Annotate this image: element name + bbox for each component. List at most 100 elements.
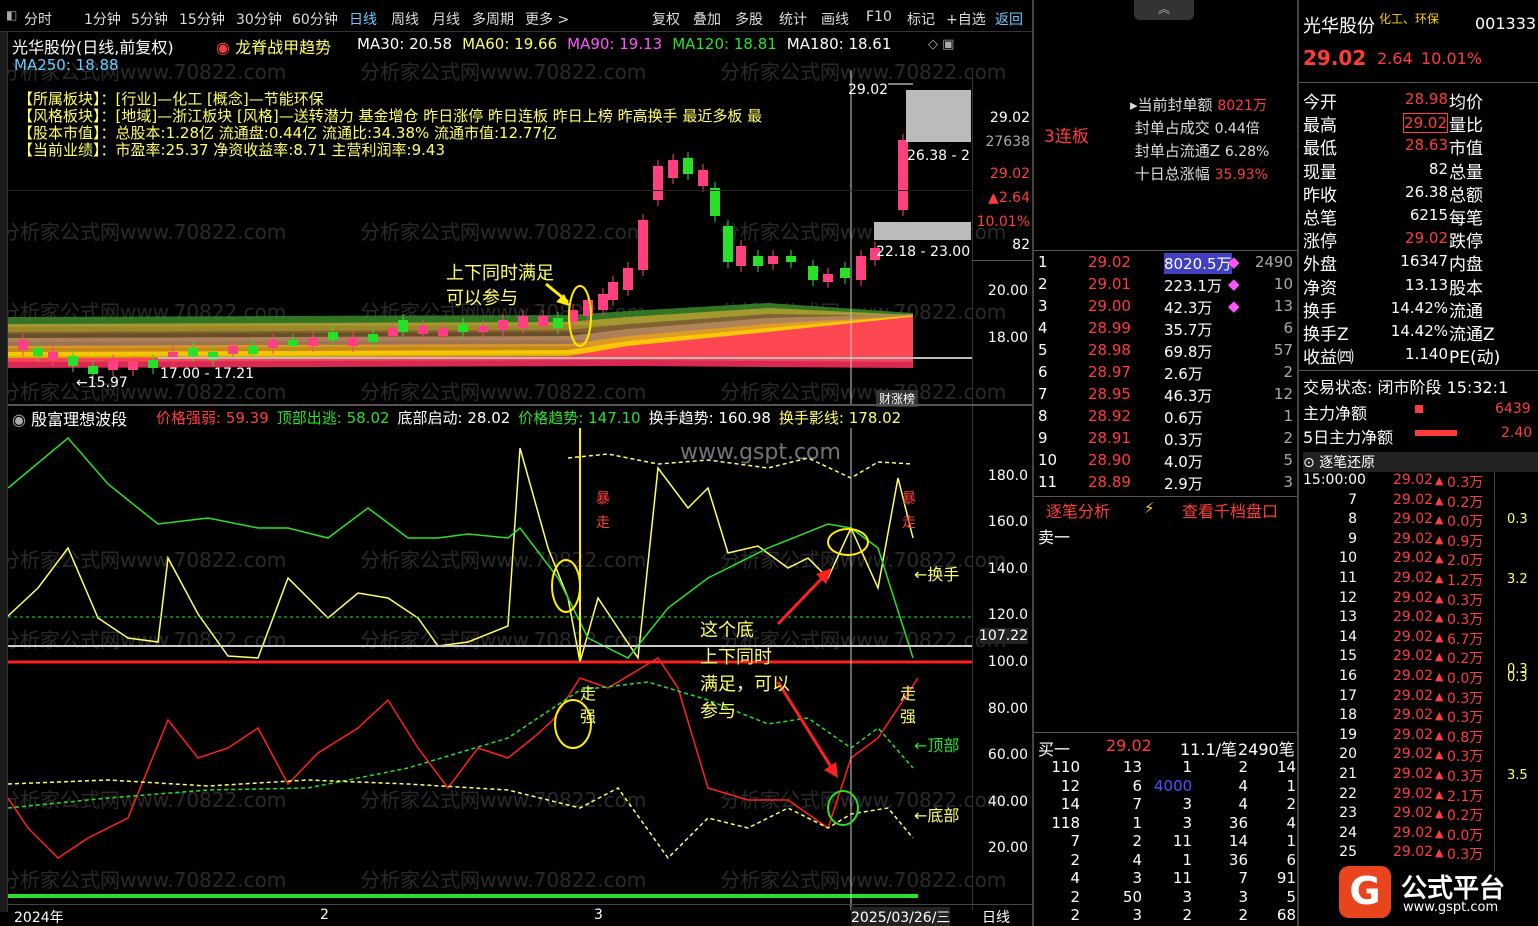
ma-value: MA120: 18.81 [672,35,777,53]
quote-key: 换手Z [1303,324,1349,345]
tick-dir: ▲ [1435,552,1444,566]
tick-row: 17 29.02 ▲ 0.3万 [1299,688,1499,708]
tool-tongji[interactable]: 统计 [779,9,807,29]
queue-cell: 68 [1276,906,1296,924]
main5-value: 2.40 [1501,425,1533,441]
collapse-tab[interactable]: ︽ [1134,0,1194,20]
tool-huaxian[interactable]: 画线 [821,9,849,29]
tick-dir: ▲ [1435,513,1444,527]
tool-f10[interactable]: F10 [866,9,892,25]
osc-line-top [8,681,914,809]
period-tab-5min[interactable]: 5分钟 [131,9,168,29]
period-tab-multi[interactable]: 多周期 [472,9,514,29]
candle-body [18,340,28,350]
gray-box [906,90,971,142]
tick-volume: 0.2万 [1447,808,1484,825]
tick-row: 22 29.02 ▲ 2.1万 [1299,786,1499,806]
period-tab-15min[interactable]: 15分钟 [179,9,225,29]
queue-row: 4 3 11 7 91 [1034,869,1299,888]
chart-controls[interactable]: ◇ ▣ [928,37,954,52]
tool-biaoji[interactable]: 标记 [907,9,935,29]
tick-row: 12 29.02 ▲ 0.3万 [1299,590,1499,610]
annotation-text: 参与 [700,701,736,722]
bid-row[interactable]: 10 28.90 4.0万 5 [1034,451,1299,473]
main-flow-label: 主力净额 [1303,404,1368,423]
bid-ladder[interactable]: 1 29.02 8020.5万 ◆ 2490 2 29.01 223.1万 ◆ 10 3 29.00 4… [1034,253,1299,495]
app-window: { "toolbar":{ "periods":["分时","1分钟","5分钟… [0,0,1538,926]
bid-row[interactable]: 6 28.97 2.6万 2 [1034,363,1299,385]
tick-row: 13 29.02 ▲ 0.3万 [1299,609,1499,629]
queue-cell: 1 [1286,776,1296,795]
toolbar-icon[interactable]: ◧ [6,8,17,22]
candle-body [398,320,408,332]
quote-key: 今开 [1303,93,1337,113]
candlestick-chart[interactable] [8,70,973,405]
bid-row[interactable]: 8 28.92 0.6万 1 [1034,407,1299,429]
trade-state: 交易状态: 闭市阶段 15:32:1 [1303,378,1509,397]
bolt-icon[interactable]: ⚡ [1144,499,1155,517]
bid-row[interactable]: 7 28.95 46.3万 12 [1034,385,1299,407]
bid-row[interactable]: 2 29.01 223.1万 ◆ 10 [1034,275,1299,297]
bid-count: 6 [1283,319,1293,337]
candle-body [328,332,338,340]
period-tab-monthly[interactable]: 月线 [432,9,460,29]
quote-key2: 每笔 [1449,208,1483,229]
price-low-value: 15.97 [87,375,128,391]
osc-value: 价格趋势: 147.10 [518,409,641,427]
period-tab-weekly[interactable]: 周线 [391,9,419,29]
left-sidebar-strip[interactable] [0,32,8,912]
tool-fuquan[interactable]: 复权 [652,9,680,29]
price-high-label: 29.02 [848,82,889,98]
period-tab-60min[interactable]: 60分钟 [292,9,338,29]
bid-row[interactable]: 4 28.99 35.7万 6 [1034,319,1299,341]
period-tab-daily[interactable]: 日线 [349,9,377,29]
bid-row[interactable]: 5 28.98 69.8万 57 [1034,341,1299,363]
axis-label: ▲2.64 [988,190,1030,206]
tick-dir: ▲ [1435,611,1444,625]
bid-row[interactable]: 11 28.89 2.9万 3 [1034,473,1299,495]
tick-volume: 0.3万 [1447,592,1484,609]
tick-dir: ▲ [1435,807,1444,821]
bid-row[interactable]: 1 29.02 8020.5万 ◆ 2490 [1034,253,1299,275]
osc-line-huanshou [8,447,914,663]
tab-zhubi[interactable]: 逐笔分析 [1046,498,1110,522]
stat-row: 封单占流通Z 6.28% [1130,140,1298,163]
axis-label: 18.00 [987,330,1028,346]
bid-row[interactable]: 3 29.00 42.3万 ◆ 13 [1034,297,1299,319]
tick-dir: ▲ [1435,571,1444,585]
quote-key: 最低 [1303,139,1337,160]
tick-list[interactable]: 15:00:00 29.02 ▲ 0.3万 7 29.02 ▲ 0.2万 8 29.02 ▲ 0.0万… [1299,472,1499,864]
tick-row: 23 29.02 ▲ 0.2万 [1299,805,1499,825]
tick-dir: ▲ [1435,493,1444,507]
bid-level: 4 [1038,319,1048,337]
tool-duogu[interactable]: 多股 [735,9,763,29]
bid-price: 28.91 [1088,429,1131,447]
tool-add-watchlist[interactable]: +自选 [946,9,986,29]
period-label[interactable]: 日线 [982,907,1010,926]
bid-level: 9 [1038,429,1048,447]
quote-key: 现量 [1303,162,1337,183]
period-tab-more[interactable]: 更多 > [525,9,569,29]
candle-body [638,220,648,270]
queue-cell: 3 [1132,906,1142,924]
ticks-title[interactable]: ⊙ 逐笔还原 [1303,452,1538,472]
tag-text: 顶部 [927,736,960,755]
divider [8,190,972,191]
tick-volume: 0.3万 [1447,710,1484,727]
period-tab-1min[interactable]: 1分钟 [84,9,121,29]
tag-huanshou: ←换手 [914,565,960,584]
tool-diejia[interactable]: 叠加 [693,9,721,29]
quote-val: 29.02 [1405,229,1448,248]
quote-key2: 跌停 [1449,232,1483,253]
tick-volume: 0.9万 [1447,533,1484,550]
period-tab-fenshi[interactable]: 分时 [24,9,52,29]
oscillator-chart[interactable] [8,428,973,910]
period-tab-30min[interactable]: 30分钟 [236,9,282,29]
quote-chg: 2.64 [1377,49,1413,68]
indicator-icon: ◉ [216,38,230,57]
candle-body [683,158,693,174]
bid-row[interactable]: 9 28.91 0.3万 2 [1034,429,1299,451]
tab-qiandang[interactable]: 查看千档盘口 [1182,498,1278,522]
bid-level: 10 [1038,451,1058,469]
tool-back[interactable]: 返回 [995,9,1023,29]
